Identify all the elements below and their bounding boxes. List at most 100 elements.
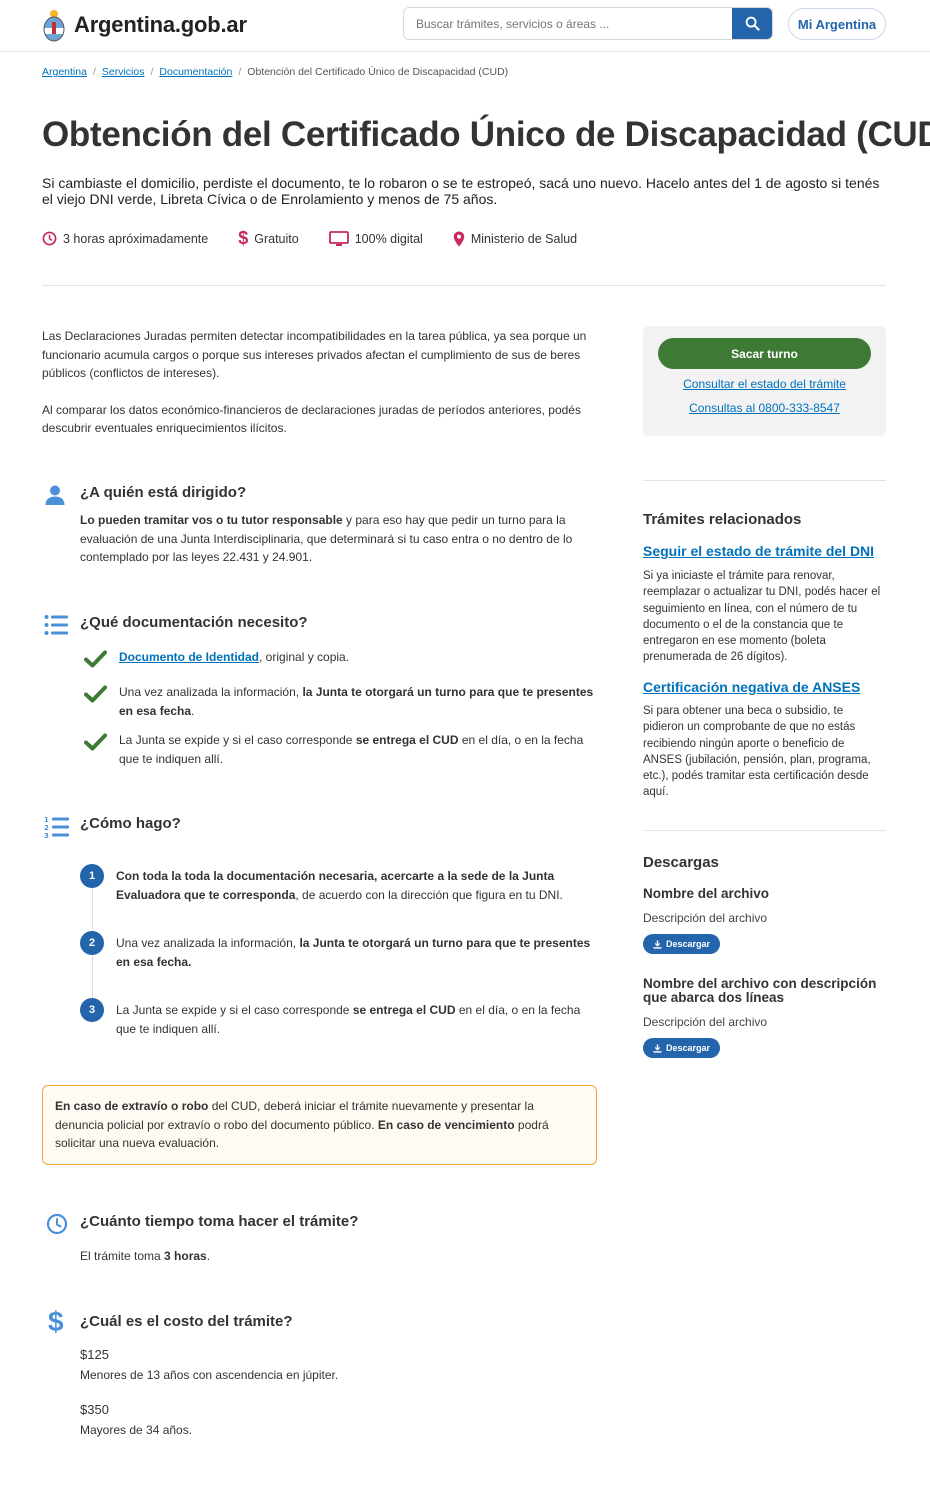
clock-icon <box>46 1213 68 1235</box>
tiempo-text: El trámite toma 3 horas. <box>80 1247 210 1266</box>
site-logo[interactable]: Argentina.gob.ar <box>42 8 247 42</box>
header-divider <box>42 285 886 286</box>
cost-desc: Menores de 13 años con ascendencia en jú… <box>80 1368 339 1382</box>
tiempo-part: . <box>206 1249 211 1263</box>
intro-text: Las Declaraciones Juradas permiten detec… <box>42 327 592 438</box>
section-title-tiempo: ¿Cuánto tiempo toma hacer el trámite? <box>80 1213 359 1230</box>
step-part: , de acuerdo con la dirección que figura… <box>295 887 563 902</box>
check-icon <box>84 650 107 668</box>
search-bar <box>403 7 773 40</box>
meta-time-label: 3 horas apróximadamente <box>63 231 209 246</box>
numbered-list-icon: 123 <box>44 816 69 839</box>
related-title: Trámites relacionados <box>643 511 802 528</box>
user-icon <box>45 485 65 505</box>
step-text: La Junta se expide y si el caso correspo… <box>116 1001 595 1038</box>
download-icon <box>653 1043 662 1053</box>
step-part: Una vez analizada la información, <box>116 936 300 950</box>
download-label: Descargar <box>666 939 711 949</box>
svg-text:1: 1 <box>44 816 49 824</box>
doc-item-text: Una vez analizada la información, la Jun… <box>119 683 594 720</box>
doc-item-text: Documento de Identidad, original y copia… <box>119 648 594 668</box>
doc-item: Documento de Identidad, original y copia… <box>84 648 594 668</box>
download-label: Descargar <box>666 1043 711 1053</box>
cost-price: $125 <box>80 1347 109 1362</box>
doc-item-part: La Junta se expide y si el caso correspo… <box>119 733 356 747</box>
step-number: 1 <box>80 864 104 888</box>
breadcrumb-documentacion[interactable]: Documentación <box>159 66 232 78</box>
download-icon <box>653 939 662 949</box>
meta-cost: $ Gratuito <box>238 228 298 249</box>
doc-item-suffix: , original y copia. <box>259 650 350 664</box>
doc-item-part: . <box>191 703 195 718</box>
intro-paragraph: Al comparar los datos económico-financie… <box>42 402 581 436</box>
documento-identidad-link[interactable]: Documento de Identidad <box>119 650 259 664</box>
section-title-costo: ¿Cuál es el costo del trámite? <box>80 1313 293 1330</box>
related-link-dni[interactable]: Seguir el estado de trámite del DNI <box>643 543 874 559</box>
logo-text: Argentina.gob.ar <box>74 12 247 37</box>
search-icon <box>745 16 760 31</box>
breadcrumb-separator: / <box>150 66 154 78</box>
doc-item-bold: se entrega el CUD <box>355 733 459 747</box>
search-input[interactable] <box>404 8 732 39</box>
sacar-turno-button[interactable]: Sacar turno <box>658 338 871 369</box>
breadcrumb: Argentina / Servicios / Documentación / … <box>42 66 508 78</box>
top-navbar: Argentina.gob.ar Mi Argentina <box>0 0 930 52</box>
intro-paragraph: Las Declaraciones Juradas permiten detec… <box>42 329 587 380</box>
page-lead: Si cambiaste el domicilio, perdiste el d… <box>42 175 880 207</box>
download-button[interactable]: Descargar <box>643 934 721 954</box>
file-name: Nombre del archivo <box>643 886 770 901</box>
svg-text:3: 3 <box>44 832 49 839</box>
meta-time: 3 horas apróximadamente <box>42 228 208 249</box>
doc-item-text: La Junta se expide y si el caso correspo… <box>119 731 594 768</box>
breadcrumb-argentina[interactable]: Argentina <box>42 66 87 78</box>
file-desc: Descripción del archivo <box>643 911 768 925</box>
meta-organism: Ministerio de Salud <box>453 228 577 249</box>
sidebar-divider <box>643 480 886 481</box>
downloads-title: Descargas <box>643 854 719 871</box>
cost-desc: Mayores de 34 años. <box>80 1423 193 1437</box>
cost-item: $125 Menores de 13 años con ascendencia … <box>80 1346 338 1384</box>
action-box: Sacar turno Consultar el estado del trám… <box>643 326 886 436</box>
check-icon <box>84 685 107 703</box>
dirigido-text: Lo pueden tramitar vos o tu tutor respon… <box>80 511 590 567</box>
breadcrumb-servicios[interactable]: Servicios <box>102 66 145 78</box>
consultas-telefono-link[interactable]: Consultas al 0800-333-8547 <box>643 401 886 415</box>
file-desc: Descripción del archivo <box>643 1015 768 1029</box>
search-button[interactable] <box>732 8 772 39</box>
meta-digital: 100% digital <box>328 228 423 249</box>
related-desc: Si ya iniciaste el trámite para renovar,… <box>643 570 881 664</box>
monitor-icon <box>328 230 349 246</box>
step-item: 3 La Junta se expide y si el caso corres… <box>80 998 595 1038</box>
cost-price: $350 <box>80 1402 109 1417</box>
download-button[interactable]: Descargar <box>643 1038 721 1058</box>
dollar-icon: $ <box>48 1306 64 1337</box>
step-bold: se entrega el CUD <box>352 1003 456 1017</box>
step-text: Con toda la toda la documentación necesa… <box>116 867 595 904</box>
consultar-estado-link[interactable]: Consultar el estado del trámite <box>643 377 886 391</box>
argentina-shield-icon <box>43 10 65 42</box>
breadcrumb-separator: / <box>238 66 242 78</box>
cost-item: $350 Mayores de 34 años. <box>80 1401 192 1439</box>
dirigido-bold: Lo pueden tramitar vos o tu tutor respon… <box>80 513 343 527</box>
section-title-documentacion: ¿Qué documentación necesito? <box>80 614 308 631</box>
tiempo-bold: 3 horas <box>164 1249 207 1263</box>
doc-item: Una vez analizada la información, la Jun… <box>84 683 594 720</box>
file-name: Nombre del archivo con descripción que a… <box>643 976 877 1005</box>
step-text: Una vez analizada la información, la Jun… <box>116 934 595 971</box>
breadcrumb-separator: / <box>92 66 96 78</box>
related-link-anses[interactable]: Certificación negativa de ANSES <box>643 679 860 695</box>
meta-organism-label: Ministerio de Salud <box>470 231 578 246</box>
clock-icon <box>42 231 57 246</box>
section-title-como: ¿Cómo hago? <box>80 815 181 832</box>
breadcrumb-current: Obtención del Certificado Único de Disca… <box>247 66 509 78</box>
page-title: Obtención del Certificado Único de Disca… <box>42 115 930 154</box>
warning-alert: En caso de extravío o robo del CUD, debe… <box>42 1085 597 1165</box>
doc-item-part: Una vez analizada la información, <box>119 685 303 699</box>
mi-argentina-button[interactable]: Mi Argentina <box>788 8 886 40</box>
meta-digital-label: 100% digital <box>354 231 423 246</box>
meta-info: 3 horas apróximadamente $ Gratuito 100% … <box>42 228 577 249</box>
alert-bold: En caso de vencimiento <box>377 1117 515 1132</box>
doc-item: La Junta se expide y si el caso correspo… <box>84 731 594 768</box>
dollar-icon: $ <box>238 228 249 248</box>
list-icon <box>44 615 68 635</box>
